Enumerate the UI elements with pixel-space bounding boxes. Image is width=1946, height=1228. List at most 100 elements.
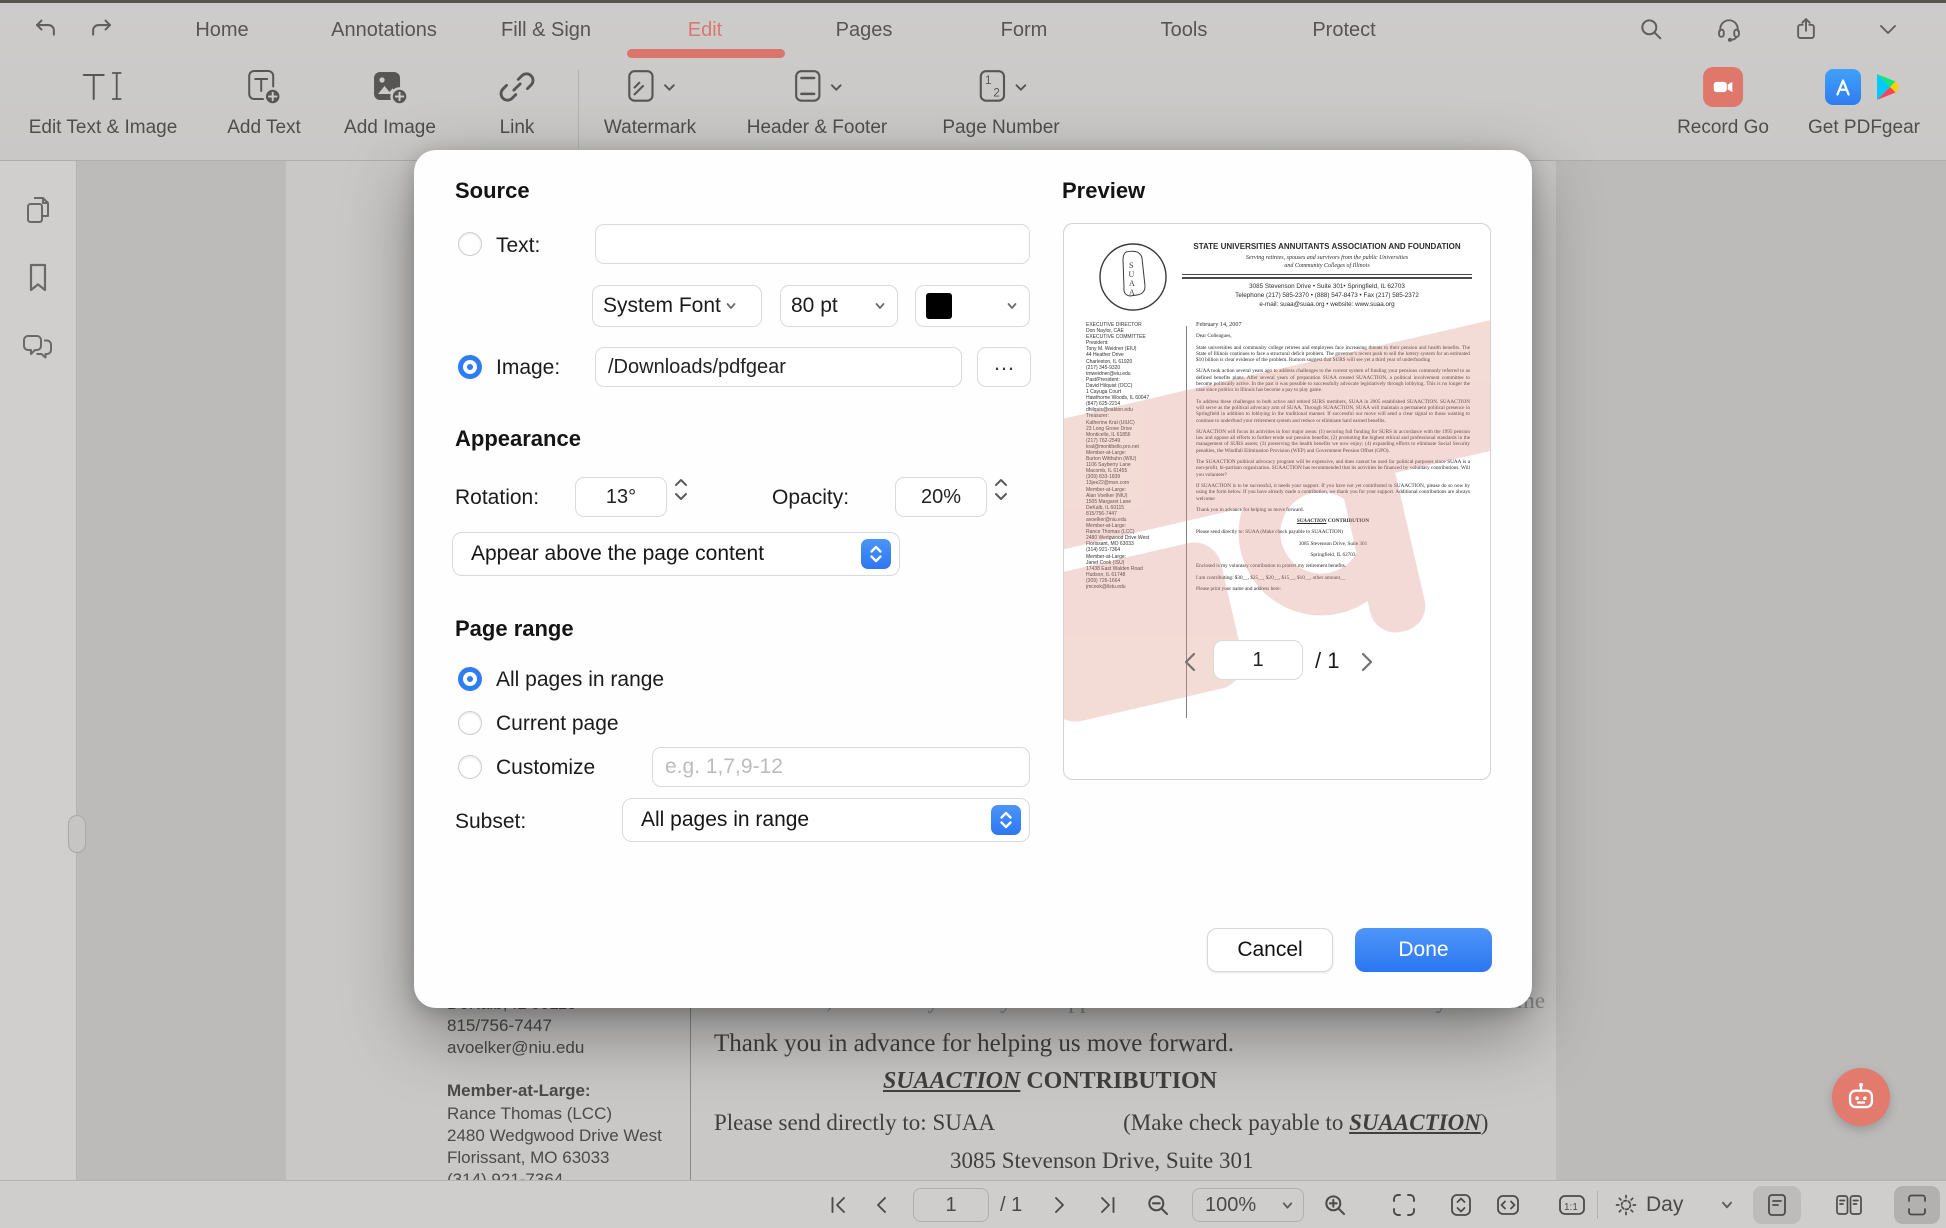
fit-screen-icon[interactable] (1390, 1191, 1418, 1219)
undo-icon[interactable] (33, 16, 60, 43)
page-thumbnails-icon[interactable] (22, 193, 54, 227)
svg-text:A: A (1129, 279, 1135, 288)
select-arrows-icon (991, 805, 1021, 835)
tab-protect[interactable]: Protect (1312, 3, 1375, 58)
done-button[interactable]: Done (1355, 928, 1492, 972)
bookmarks-icon[interactable] (23, 261, 53, 295)
subset-select[interactable]: All pages in range (622, 798, 1030, 842)
toolbar-item-label: Edit Text & Image (29, 117, 178, 139)
watermark-text-input[interactable] (595, 224, 1030, 264)
header-footer-button[interactable]: Header & Footer (747, 66, 887, 139)
browse-image-button[interactable]: … (977, 347, 1031, 387)
preview-prev-page-icon[interactable] (1180, 650, 1202, 674)
rotation-input[interactable] (575, 477, 667, 517)
first-page-icon[interactable] (826, 1193, 850, 1217)
opacity-input[interactable] (895, 477, 987, 517)
tab-form[interactable]: Form (1001, 3, 1048, 58)
continuous-scroll-view-icon[interactable] (1903, 1191, 1931, 1219)
customize-radio[interactable] (458, 755, 482, 779)
font-family-dropdown[interactable]: System Font (592, 285, 762, 327)
text-source-radio[interactable] (458, 232, 482, 256)
search-icon[interactable] (1638, 16, 1665, 43)
share-icon[interactable] (1793, 16, 1820, 43)
ellipsis-icon: … (993, 350, 1015, 376)
all-pages-radio[interactable] (458, 667, 482, 691)
svg-text:A: A (1129, 288, 1135, 297)
source-heading: Source (455, 178, 530, 204)
doc-send-line: Please send directly to: SUAA(Make check… (714, 1110, 1488, 1136)
rotation-stepper[interactable] (672, 476, 690, 503)
zoom-level-dropdown[interactable]: 100% (1192, 1188, 1304, 1222)
doc-address-line: 3085 Stevenson Drive, Suite 301 (950, 1148, 1253, 1174)
get-pdfgear-button[interactable]: Get PDFgear (1808, 66, 1920, 139)
comments-icon[interactable] (20, 331, 56, 363)
google-play-icon (1871, 71, 1903, 103)
color-swatch-black (926, 293, 952, 319)
font-color-dropdown[interactable] (915, 285, 1030, 327)
status-page-total: / 1 (1000, 1194, 1022, 1217)
customize-pages-input[interactable] (652, 747, 1030, 787)
doc-left-col-heading: Member-at-Large: (447, 1081, 591, 1101)
page-range-heading: Page range (455, 616, 574, 642)
get-pdfgear-label: Get PDFgear (1808, 117, 1920, 139)
day-mode-chevron-icon[interactable] (1719, 1197, 1735, 1213)
zoom-out-icon[interactable] (1145, 1192, 1172, 1219)
preview-page-input[interactable] (1213, 640, 1303, 680)
day-mode-sun-icon[interactable] (1612, 1191, 1640, 1219)
record-go-button[interactable]: Record Go (1677, 66, 1769, 139)
edit-text-image-button[interactable]: Edit Text & Image (29, 66, 178, 139)
current-page-radio[interactable] (458, 711, 482, 735)
statusbar-divider (1597, 1191, 1598, 1219)
preview-address-1: 3085 Stevenson Drive • Suite 301• Spring… (1180, 282, 1474, 291)
status-page-input[interactable] (913, 1188, 989, 1222)
left-sidebar (0, 161, 77, 1180)
redo-icon[interactable] (88, 16, 115, 43)
font-size-dropdown[interactable]: 80 pt (780, 285, 898, 327)
link-button[interactable]: Link (498, 66, 536, 139)
record-go-label: Record Go (1677, 117, 1769, 139)
chevron-down-icon (873, 299, 887, 313)
actual-size-icon[interactable]: 1:1 (1557, 1191, 1587, 1219)
single-page-view-icon[interactable] (1763, 1191, 1791, 1219)
add-image-icon (369, 66, 411, 108)
add-image-button[interactable]: Add Image (344, 66, 436, 139)
collapse-toolbar-chevron-icon[interactable] (1876, 17, 1900, 41)
watermark-button[interactable]: Watermark (604, 66, 696, 139)
preview-next-page-icon[interactable] (1355, 650, 1377, 674)
preview-heading: Preview (1062, 178, 1145, 204)
tab-home[interactable]: Home (195, 3, 248, 58)
next-page-icon[interactable] (1047, 1193, 1071, 1217)
window-top-edge (0, 0, 1946, 3)
last-page-icon[interactable] (1096, 1193, 1120, 1217)
tab-tools[interactable]: Tools (1161, 3, 1208, 58)
page-number-button[interactable]: 12 Page Number (942, 66, 1059, 139)
tab-pages[interactable]: Pages (836, 3, 893, 58)
previous-page-icon[interactable] (870, 1193, 894, 1217)
toolbar-item-label: Watermark (604, 117, 696, 139)
subset-label: Subset: (455, 810, 526, 834)
support-headset-icon[interactable] (1715, 15, 1743, 43)
fit-width-icon[interactable] (1494, 1191, 1522, 1219)
tab-annotations[interactable]: Annotations (331, 3, 437, 58)
tab-fill-sign[interactable]: Fill & Sign (501, 3, 591, 58)
fit-height-icon[interactable] (1447, 1191, 1475, 1219)
watermark-chevron-icon (663, 81, 676, 94)
add-text-icon (243, 66, 285, 108)
chevron-down-icon (724, 299, 738, 313)
sidebar-resize-handle[interactable] (68, 815, 86, 853)
layer-position-select[interactable]: Appear above the page content (452, 532, 900, 576)
zoom-in-icon[interactable] (1322, 1192, 1349, 1219)
day-mode-label[interactable]: Day (1646, 1193, 1683, 1217)
image-source-radio[interactable] (458, 355, 482, 379)
image-path-input[interactable] (595, 347, 962, 387)
cancel-button[interactable]: Cancel (1207, 928, 1333, 972)
toolbar-item-label: Link (500, 117, 535, 139)
assistant-robot-button[interactable] (1832, 1068, 1890, 1126)
add-text-button[interactable]: Add Text (227, 66, 301, 139)
preview-left-column: EXECUTIVE DIRECTOR Don Naylor, CAE EXECU… (1086, 322, 1182, 722)
doc-thanks-line: Thank you in advance for helping us move… (714, 1030, 1234, 1058)
two-page-view-icon[interactable] (1834, 1191, 1864, 1219)
toolbar-item-label: Header & Footer (747, 117, 887, 139)
toolbar-item-label: Add Image (344, 117, 436, 139)
opacity-stepper[interactable] (992, 476, 1010, 503)
